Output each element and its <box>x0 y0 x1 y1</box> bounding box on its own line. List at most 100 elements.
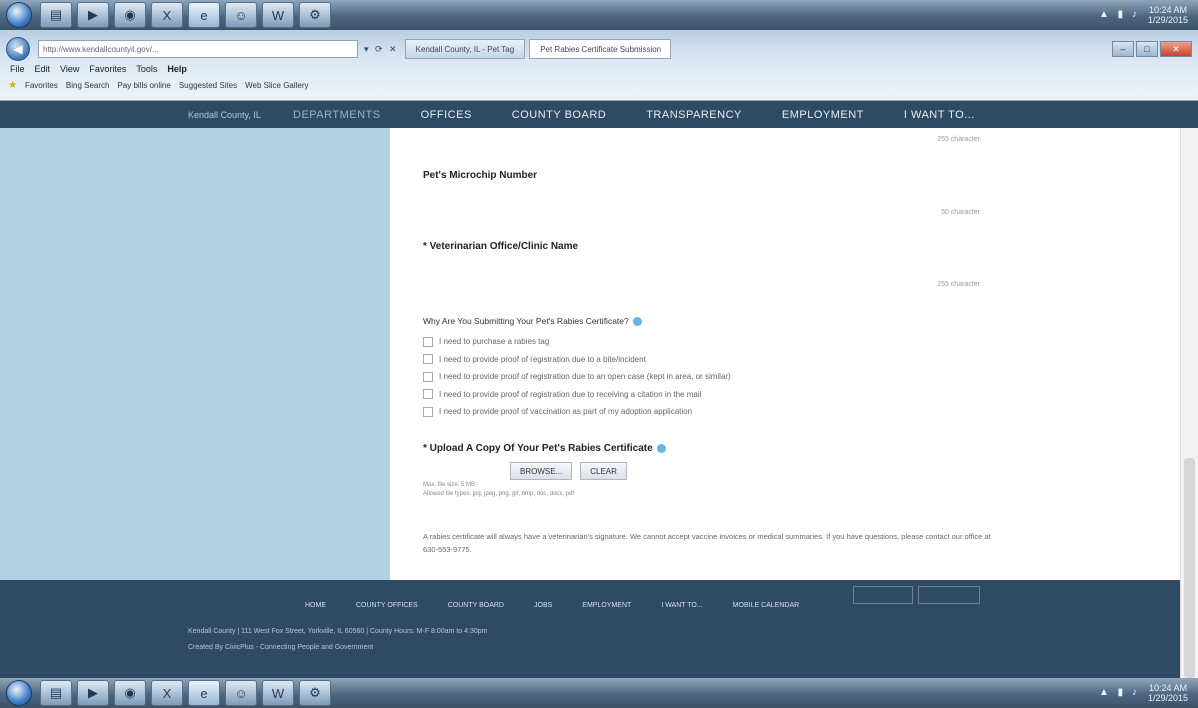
vet-char-count: 255 character <box>937 281 980 288</box>
tray-icons[interactable]: ▲ ▮ ♪ <box>1099 10 1140 20</box>
clock[interactable]: 10:24 AM 1/29/2015 <box>1148 5 1188 25</box>
clock-date: 1/29/2015 <box>1147 693 1188 703</box>
address-bar[interactable]: http://www.kendallcountyil.gov/... <box>38 40 358 58</box>
fav-bing[interactable]: Bing Search <box>66 81 110 90</box>
footer-county-board[interactable]: COUNTY BOARD <box>448 602 504 609</box>
checkbox[interactable] <box>423 371 433 382</box>
clear-button[interactable]: CLEAR <box>580 462 627 480</box>
option-label: I need to provide proof of vaccination a… <box>439 407 693 417</box>
tools-icon[interactable]: ⚙ <box>299 2 331 28</box>
media-icon[interactable]: ▶ <box>77 680 109 706</box>
minimize-icon[interactable]: – <box>1112 41 1134 57</box>
file-types-note: Allowed file types: jpg, jpeg, png, gif,… <box>423 491 575 497</box>
menu-file[interactable]: File <box>10 64 25 74</box>
back-arrow-icon[interactable]: ◀ <box>6 37 30 61</box>
menu-help[interactable]: Help <box>167 64 187 74</box>
fav-favorites[interactable]: Favorites <box>25 81 58 90</box>
favorites-star-icon[interactable]: ★ <box>8 80 17 91</box>
footer-address: Kendall County | 111 West Fox Street, Yo… <box>188 628 488 635</box>
site-nav: Kendall County, IL DEPARTMENTS OFFICES C… <box>0 101 1198 128</box>
footer-box <box>853 586 913 604</box>
footer-box <box>918 586 980 604</box>
option-label: I need to purchase a rabies tag <box>439 337 550 347</box>
site-brand[interactable]: Kendall County, IL <box>188 110 293 120</box>
tab-rabies-certificate[interactable]: Pet Rabies Certificate Submission <box>529 39 672 59</box>
menu-tools[interactable]: Tools <box>136 64 157 74</box>
start-button[interactable] <box>6 2 32 28</box>
footer-home[interactable]: HOME <box>305 602 326 609</box>
fav-pay-bills[interactable]: Pay bills online <box>117 81 170 90</box>
option-purchase-tag[interactable]: I need to purchase a rabies tag <box>423 333 731 351</box>
explorer-icon[interactable]: ▤ <box>40 680 72 706</box>
page-scrollbar[interactable] <box>1180 128 1198 678</box>
excel-icon[interactable]: X <box>151 680 183 706</box>
clock-time: 10:24 AM <box>1148 683 1187 693</box>
footer-jobs[interactable]: JOBS <box>534 602 552 609</box>
site-footer: HOME COUNTY OFFICES COUNTY BOARD JOBS EM… <box>0 580 1180 678</box>
microchip-char-count: 50 character <box>941 209 980 216</box>
tray-icons[interactable]: ▲ ▮ ♪ <box>1099 688 1140 698</box>
option-label: I need to provide proof of registration … <box>439 354 646 364</box>
menu-favorites[interactable]: Favorites <box>89 64 126 74</box>
sidebar <box>0 128 390 580</box>
close-icon[interactable]: ✕ <box>1160 41 1192 57</box>
footer-credit[interactable]: Created By CivicPlus - Connecting People… <box>188 644 373 651</box>
people-icon[interactable]: ☺ <box>225 2 257 28</box>
checkbox[interactable] <box>423 336 433 347</box>
checkbox[interactable] <box>423 389 433 400</box>
reason-question-text: Why Are You Submitting Your Pet's Rabies… <box>423 316 629 326</box>
taskbar-top: ▤ ▶ ◉ X e ☺ W ⚙ ▲ ▮ ♪ 10:24 AM 1/29/2015 <box>0 0 1198 30</box>
footer-county-offices[interactable]: COUNTY OFFICES <box>356 602 418 609</box>
media-icon[interactable]: ▶ <box>77 2 109 28</box>
checkbox[interactable] <box>423 354 433 365</box>
menu-view[interactable]: View <box>60 64 79 74</box>
people-icon[interactable]: ☺ <box>225 680 257 706</box>
option-bite-incident[interactable]: I need to provide proof of registration … <box>423 351 731 369</box>
nav-county-board[interactable]: COUNTY BOARD <box>512 109 606 121</box>
maximize-icon[interactable]: □ <box>1136 41 1158 57</box>
disclaimer-text: A rabies certificate will always have a … <box>423 532 991 554</box>
upload-label-text: * Upload A Copy Of Your Pet's Rabies Cer… <box>423 443 653 454</box>
nav-employment[interactable]: EMPLOYMENT <box>782 109 864 121</box>
favorites-bar: ★ Favorites Bing Search Pay bills online… <box>8 80 309 91</box>
address-buttons[interactable]: ▾ ⟳ ✕ <box>364 44 399 55</box>
clock-date: 1/29/2015 <box>1147 15 1188 25</box>
word-icon[interactable]: W <box>262 680 294 706</box>
fav-webslice[interactable]: Web Slice Gallery <box>245 81 308 90</box>
nav-transparency[interactable]: TRANSPARENCY <box>646 109 742 121</box>
footer-mobile-calendar[interactable]: MOBILE CALENDAR <box>733 602 800 609</box>
ie-icon[interactable]: e <box>188 680 220 706</box>
option-citation[interactable]: I need to provide proof of registration … <box>423 386 731 404</box>
clock-time: 10:24 AM <box>1148 5 1187 15</box>
fav-suggested[interactable]: Suggested Sites <box>179 81 237 90</box>
start-button[interactable] <box>6 680 32 706</box>
upload-label: * Upload A Copy Of Your Pet's Rabies Cer… <box>423 443 666 454</box>
excel-icon[interactable]: X <box>151 2 183 28</box>
option-open-case[interactable]: I need to provide proof of registration … <box>423 368 731 386</box>
word-icon[interactable]: W <box>262 2 294 28</box>
system-tray: ▲ ▮ ♪ 10:24 AM 1/29/2015 <box>1099 5 1188 25</box>
option-adoption[interactable]: I need to provide proof of vaccination a… <box>423 403 731 421</box>
microchip-label: Pet's Microchip Number <box>423 170 538 181</box>
chrome-icon[interactable]: ◉ <box>114 680 146 706</box>
nav-offices[interactable]: OFFICES <box>421 109 472 121</box>
checkbox[interactable] <box>423 406 433 417</box>
nav-i-want-to[interactable]: I WANT TO... <box>904 109 975 121</box>
info-icon[interactable] <box>656 443 666 453</box>
tab-pet-tag[interactable]: Kendall County, IL - Pet Tag <box>404 39 526 59</box>
chrome-icon[interactable]: ◉ <box>114 2 146 28</box>
system-tray: ▲ ▮ ♪ 10:24 AM 1/29/2015 <box>1099 683 1188 703</box>
tools-icon[interactable]: ⚙ <box>299 680 331 706</box>
scrollbar-thumb[interactable] <box>1184 458 1195 678</box>
explorer-icon[interactable]: ▤ <box>40 2 72 28</box>
nav-departments[interactable]: DEPARTMENTS <box>293 109 381 121</box>
menu-edit[interactable]: Edit <box>35 64 51 74</box>
ie-icon[interactable]: e <box>188 2 220 28</box>
browse-button[interactable]: BROWSE... <box>510 462 573 480</box>
info-icon[interactable] <box>632 317 642 327</box>
reason-options: I need to purchase a rabies tag I need t… <box>423 333 731 421</box>
file-size-note: Max. file size: 5 MB <box>423 482 476 488</box>
clock[interactable]: 10:24 AM 1/29/2015 <box>1148 683 1188 703</box>
footer-i-want-to[interactable]: I WANT TO... <box>661 602 702 609</box>
footer-employment[interactable]: EMPLOYMENT <box>582 602 631 609</box>
